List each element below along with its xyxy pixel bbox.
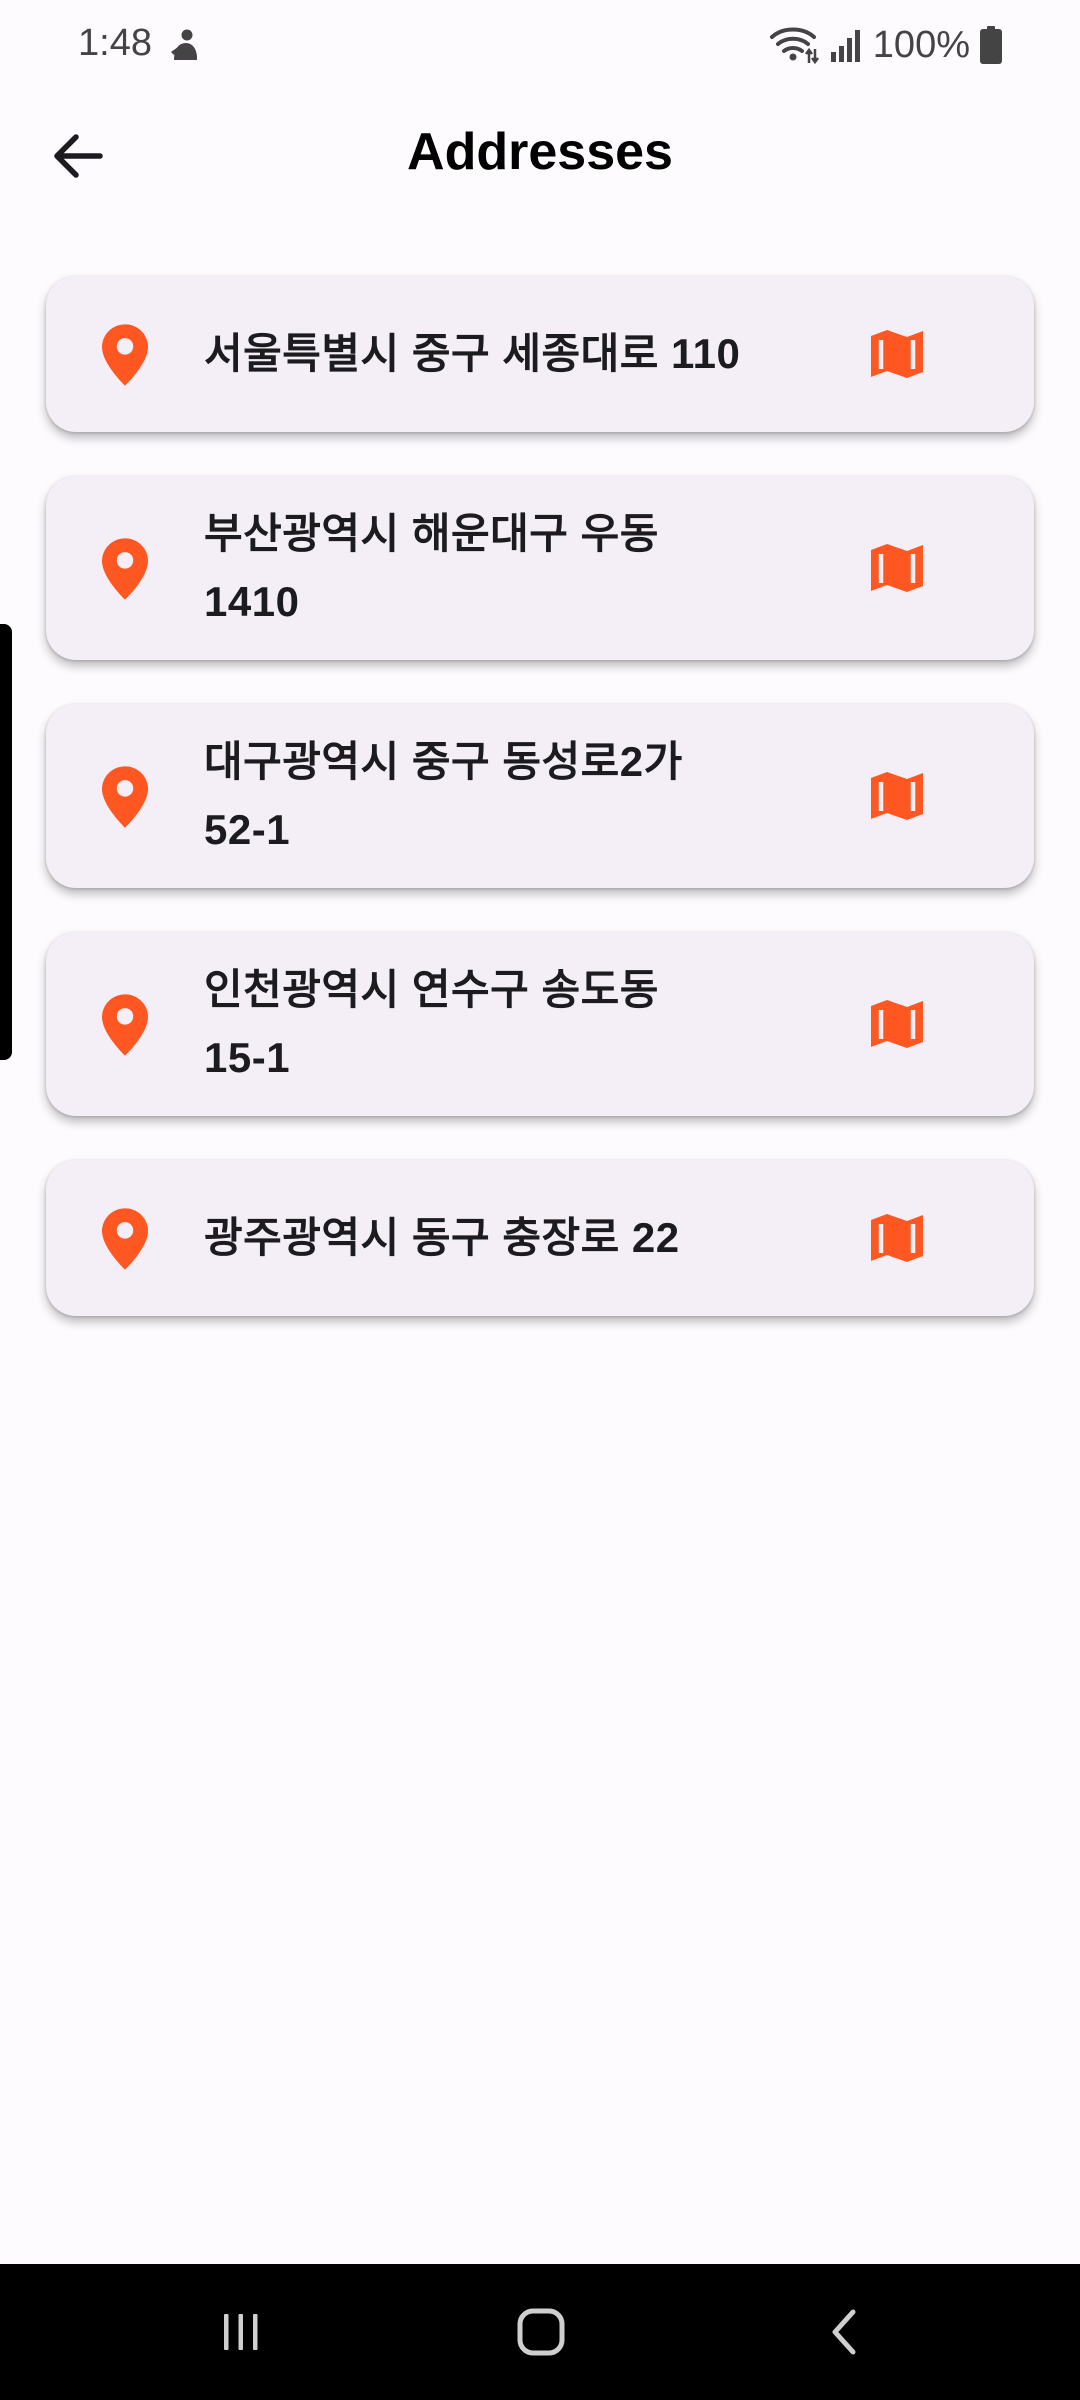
battery-icon	[980, 26, 1002, 64]
address-text: 인천광역시 연수구 송도동 15-1	[204, 966, 659, 1081]
address-text: 광주광역시 동구 충장로 22	[204, 1214, 680, 1261]
home-icon	[517, 2308, 565, 2356]
address-card[interactable]: 대구광역시 중구 동성로2가 52-1	[46, 704, 1034, 888]
address-card[interactable]: 인천광역시 연수구 송도동 15-1	[46, 932, 1034, 1116]
wifi-icon	[769, 27, 819, 65]
address-text: 대구광역시 중구 동성로2가 52-1	[204, 738, 683, 853]
page-title: Addresses	[407, 123, 673, 181]
address-text: 부산광역시 해운대구 우동 1410	[204, 510, 659, 625]
map-icon	[871, 772, 923, 820]
address-card[interactable]: 광주광역시 동구 충장로 22	[46, 1160, 1034, 1316]
signal-icon	[830, 30, 860, 62]
person-icon	[171, 29, 197, 60]
open-map-button[interactable]	[862, 1203, 932, 1273]
back-icon	[832, 2309, 856, 2355]
location-pin-icon	[102, 766, 148, 828]
status-bar: 1:48 100%	[0, 0, 1080, 90]
battery-percent: 100%	[872, 23, 970, 66]
nav-back-button[interactable]	[790, 2292, 900, 2372]
open-map-button[interactable]	[862, 761, 932, 831]
status-icons: 100%	[769, 22, 1002, 68]
location-pin-icon	[102, 994, 148, 1056]
system-nav-bar	[0, 2264, 1080, 2400]
status-time: 1:48	[78, 22, 152, 64]
recents-icon	[224, 2314, 258, 2350]
screen: 1:48 100% Addresses 서울특별시 중구 세종대로 110 부산…	[0, 0, 1080, 2400]
recents-button[interactable]	[186, 2292, 296, 2372]
open-map-button[interactable]	[862, 989, 932, 1059]
map-icon	[871, 1000, 923, 1048]
map-icon	[871, 1214, 923, 1262]
location-pin-icon	[102, 538, 148, 600]
location-pin-icon	[102, 1208, 148, 1270]
location-pin-icon	[102, 324, 148, 386]
address-card[interactable]: 서울특별시 중구 세종대로 110	[46, 276, 1034, 432]
app-bar: Addresses	[0, 100, 1080, 210]
address-text: 서울특별시 중구 세종대로 110	[204, 330, 741, 377]
home-button[interactable]	[486, 2292, 596, 2372]
open-map-button[interactable]	[862, 533, 932, 603]
map-icon	[871, 544, 923, 592]
map-icon	[871, 330, 923, 378]
address-card[interactable]: 부산광역시 해운대구 우동 1410	[46, 476, 1034, 660]
edge-panel-handle[interactable]	[0, 624, 12, 1060]
open-map-button[interactable]	[862, 319, 932, 389]
